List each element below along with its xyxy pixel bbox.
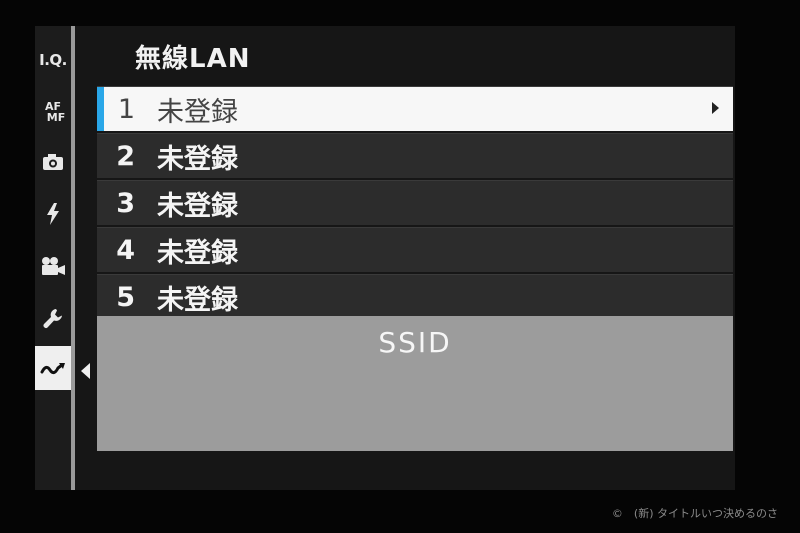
tab-setup[interactable] <box>35 296 71 340</box>
chevron-right-icon <box>712 102 719 114</box>
tab-af-mf[interactable]: AF MF <box>35 90 71 134</box>
list-item-2[interactable]: 2 未登録 <box>97 133 733 178</box>
copyright-watermark: © (新) タイトルいつ決めるのさ <box>611 507 778 520</box>
list-item-label: 未登録 <box>157 284 238 316</box>
wireless-lan-list: 1 未登録 2 未登録 3 未登録 4 未登録 5 未登録 <box>97 86 733 321</box>
list-item-number: 5 <box>116 281 135 313</box>
list-item-number: 2 <box>116 140 135 172</box>
list-item-number: 1 <box>117 93 135 125</box>
list-item-number: 4 <box>116 234 135 266</box>
wrench-icon <box>43 309 62 328</box>
af-mf-icon: AF MF <box>44 100 66 124</box>
tab-wireless[interactable] <box>35 346 71 390</box>
active-tab-pointer-icon <box>81 363 90 379</box>
list-item-number: 3 <box>116 187 135 219</box>
list-item-3[interactable]: 3 未登録 <box>97 180 733 225</box>
list-item-label: 未登録 <box>157 143 238 175</box>
list-item-label: 未登録 <box>157 237 238 269</box>
ssid-info-panel: SSID <box>97 316 733 451</box>
list-item-4[interactable]: 4 未登録 <box>97 227 733 272</box>
camera-icon <box>43 154 63 170</box>
list-item-label: 未登録 <box>157 190 238 222</box>
list-item-5[interactable]: 5 未登録 <box>97 274 733 319</box>
menu-title: 無線LAN <box>135 44 251 74</box>
ssid-label: SSID <box>378 326 452 359</box>
wireless-icon <box>40 363 65 375</box>
menu-category-sidebar: I.Q. AF MF <box>35 26 71 490</box>
tab-image-quality[interactable]: I.Q. <box>35 38 71 82</box>
iq-icon: I.Q. <box>39 51 67 69</box>
sidebar-divider <box>71 26 75 490</box>
list-item-label: 未登録 <box>157 96 238 128</box>
flash-icon <box>47 203 59 225</box>
tab-movie[interactable] <box>35 244 71 288</box>
camera-menu-screen: I.Q. AF MF 無線LAN 1 未登録 2 未登録 3 未登録 4 未登録… <box>35 26 735 490</box>
tab-flash[interactable] <box>35 192 71 236</box>
movie-camera-icon <box>42 257 65 275</box>
tab-shooting[interactable] <box>35 140 71 184</box>
list-item-1[interactable]: 1 未登録 <box>97 86 733 131</box>
